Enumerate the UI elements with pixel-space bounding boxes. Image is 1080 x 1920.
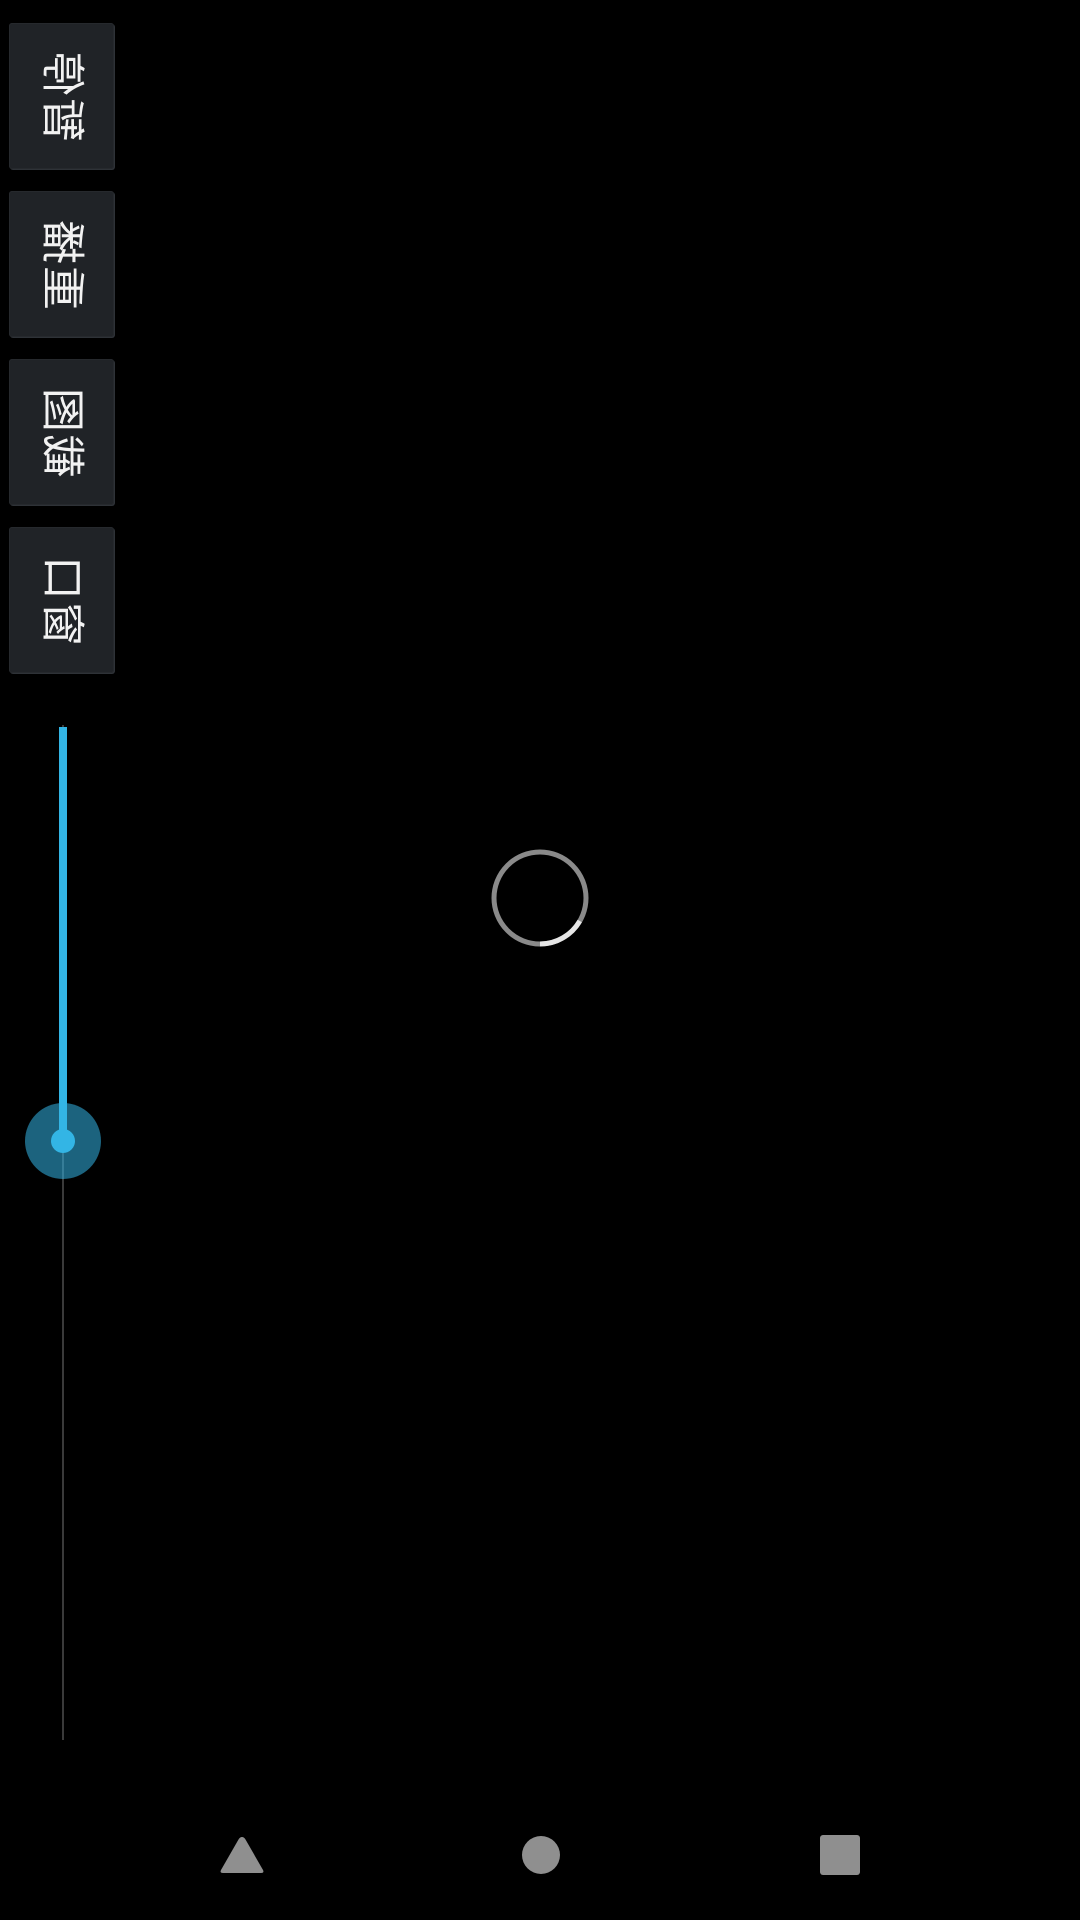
window-button[interactable]: 窗口: [9, 527, 114, 673]
square-recents-icon: [820, 1835, 860, 1875]
circle-home-icon: [522, 1836, 560, 1874]
screenshot-button-label: 截图: [36, 386, 88, 478]
replay-button[interactable]: 重播: [9, 191, 114, 337]
slider-fill: [59, 727, 67, 1143]
recents-button[interactable]: [805, 1820, 875, 1890]
window-button-label: 窗口: [36, 554, 88, 646]
slider-thumb[interactable]: [51, 1129, 75, 1153]
pause-button[interactable]: 暂停: [9, 23, 114, 169]
replay-button-label: 重播: [36, 218, 88, 310]
vertical-slider[interactable]: [25, 725, 101, 1740]
screenshot-button[interactable]: 截图: [9, 359, 114, 505]
triangle-back-icon: [220, 1837, 264, 1873]
navigation-bar: [0, 1790, 1080, 1920]
back-button[interactable]: [207, 1820, 277, 1890]
loading-spinner-icon: [490, 848, 590, 948]
home-button[interactable]: [506, 1820, 576, 1890]
pause-button-label: 暂停: [36, 50, 88, 142]
